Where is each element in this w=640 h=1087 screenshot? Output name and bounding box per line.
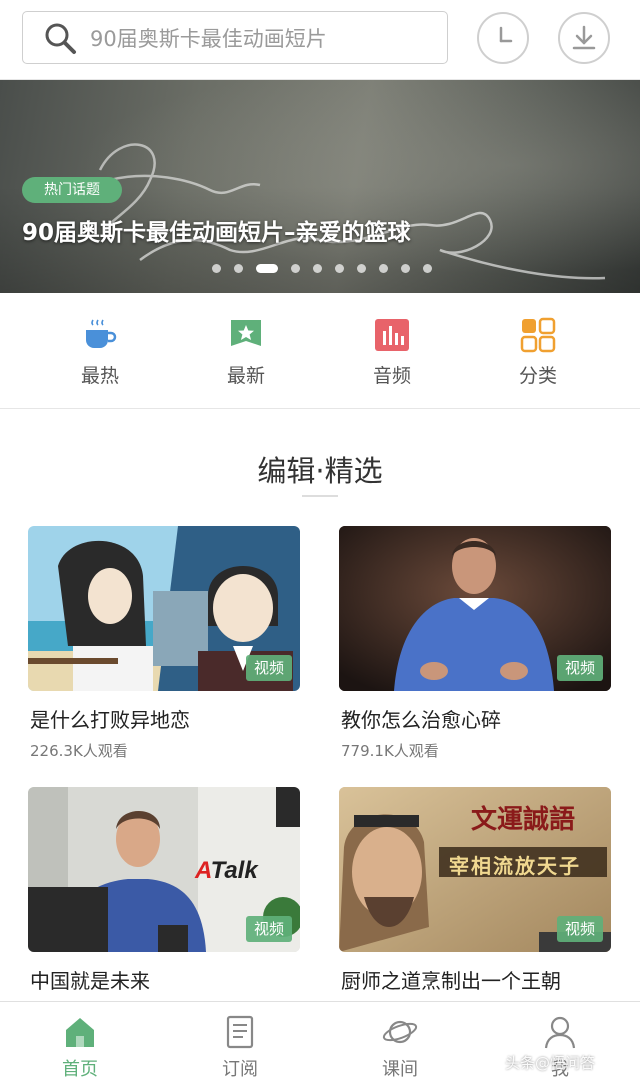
hero-banner[interactable]: 热门话题 90届奥斯卡最佳动画短片–亲爱的篮球 <box>0 80 640 293</box>
video-badge: 视频 <box>245 655 292 681</box>
video-title[interactable]: 中国就是未来 <box>30 965 150 994</box>
video-badge: 视频 <box>556 655 603 681</box>
category-classify[interactable]: 分类 <box>478 293 598 409</box>
category-label: 最热 <box>80 365 119 387</box>
carousel-dot[interactable] <box>423 264 432 273</box>
history-button[interactable] <box>477 12 529 64</box>
search-bar[interactable]: 90届奥斯卡最佳动画短片 <box>22 11 448 64</box>
home-icon <box>66 1018 94 1047</box>
video-title[interactable]: 教你怎么治愈心碎 <box>341 704 501 733</box>
carousel-dot[interactable] <box>335 264 344 273</box>
video-badge: 视频 <box>556 916 603 942</box>
category-label: 最新 <box>226 365 265 387</box>
grid-icon <box>520 317 556 353</box>
carousel-dot[interactable] <box>313 264 322 273</box>
clock-icon <box>499 26 513 43</box>
video-thumbnail[interactable]: 文運誠語 宰相流放天子 视频 <box>339 787 611 952</box>
view-count: 779.1K人观看 <box>341 742 439 760</box>
carousel-indicator[interactable] <box>212 264 432 273</box>
carousel-dot[interactable] <box>212 264 221 273</box>
carousel-dot[interactable] <box>234 264 243 273</box>
planet-icon <box>382 1020 418 1044</box>
banner-tag[interactable]: 热门话题 <box>22 177 122 203</box>
video-thumbnail[interactable]: 视频 <box>339 526 611 691</box>
search-placeholder: 90届奥斯卡最佳动画短片 <box>90 26 327 51</box>
nav-home[interactable]: 首页 <box>0 1002 160 1087</box>
category-audio[interactable]: 音频 <box>332 293 452 409</box>
nav-label: 订阅 <box>222 1059 258 1080</box>
video-card[interactable]: 视频 教你怎么治愈心碎 779.1K人观看 <box>339 526 611 760</box>
carousel-dot-active[interactable] <box>256 264 278 273</box>
category-label: 分类 <box>518 365 557 387</box>
video-badge: 视频 <box>245 916 292 942</box>
video-title[interactable]: 厨师之道烹制出一个王朝 <box>341 965 561 994</box>
top-header: 90届奥斯卡最佳动画短片 <box>0 0 640 80</box>
carousel-dot[interactable] <box>291 264 300 273</box>
audio-bars-icon <box>375 319 409 351</box>
category-hot[interactable]: 最热 <box>40 293 160 409</box>
nav-break[interactable]: 课间 <box>320 1002 480 1087</box>
video-card[interactable]: ATalk 视频 中国就是未来 <box>28 787 300 993</box>
category-label: 音频 <box>372 365 411 387</box>
video-title[interactable]: 是什么打败异地恋 <box>30 704 190 733</box>
watermark: 头条@悟问答 <box>505 1054 596 1072</box>
download-icon <box>572 25 596 50</box>
video-thumbnail[interactable]: ATalk 视频 <box>28 787 300 952</box>
banner-script-artwork <box>98 143 606 280</box>
download-button[interactable] <box>558 12 610 64</box>
search-icon <box>45 23 76 54</box>
brand-logo: ATalk <box>195 857 258 884</box>
carousel-dot[interactable] <box>401 264 410 273</box>
video-thumbnail[interactable]: 视频 <box>28 526 300 691</box>
carousel-dot[interactable] <box>357 264 366 273</box>
video-card[interactable]: 视频 是什么打败异地恋 226.3K人观看 <box>28 526 300 760</box>
bottom-navigation: 首页 订阅 课间 我 <box>0 1001 640 1087</box>
painting-caption-main: 宰相流放天子 <box>449 854 581 878</box>
nav-subscribe[interactable]: 订阅 <box>160 1002 320 1087</box>
user-icon <box>544 1016 576 1049</box>
document-icon <box>226 1015 254 1049</box>
video-card[interactable]: 文運誠語 宰相流放天子 视频 厨师之道烹制出一个王朝 <box>339 787 611 993</box>
nav-me[interactable]: 我 <box>480 1002 640 1087</box>
view-count: 226.3K人观看 <box>30 742 128 760</box>
category-row: 最热 最新 音频 分类 <box>0 293 640 409</box>
banner-title[interactable]: 90届奥斯卡最佳动画短片–亲爱的篮球 <box>22 213 411 247</box>
coffee-cup-icon <box>86 319 117 348</box>
painting-caption-top: 文運誠語 <box>471 805 576 835</box>
carousel-dot[interactable] <box>379 264 388 273</box>
category-new[interactable]: 最新 <box>186 293 306 409</box>
star-badge-icon <box>231 320 261 346</box>
nav-label: 课间 <box>382 1059 418 1080</box>
section-title: 编辑·精选 <box>257 454 383 488</box>
section-divider <box>302 495 338 497</box>
nav-label: 首页 <box>62 1059 98 1080</box>
